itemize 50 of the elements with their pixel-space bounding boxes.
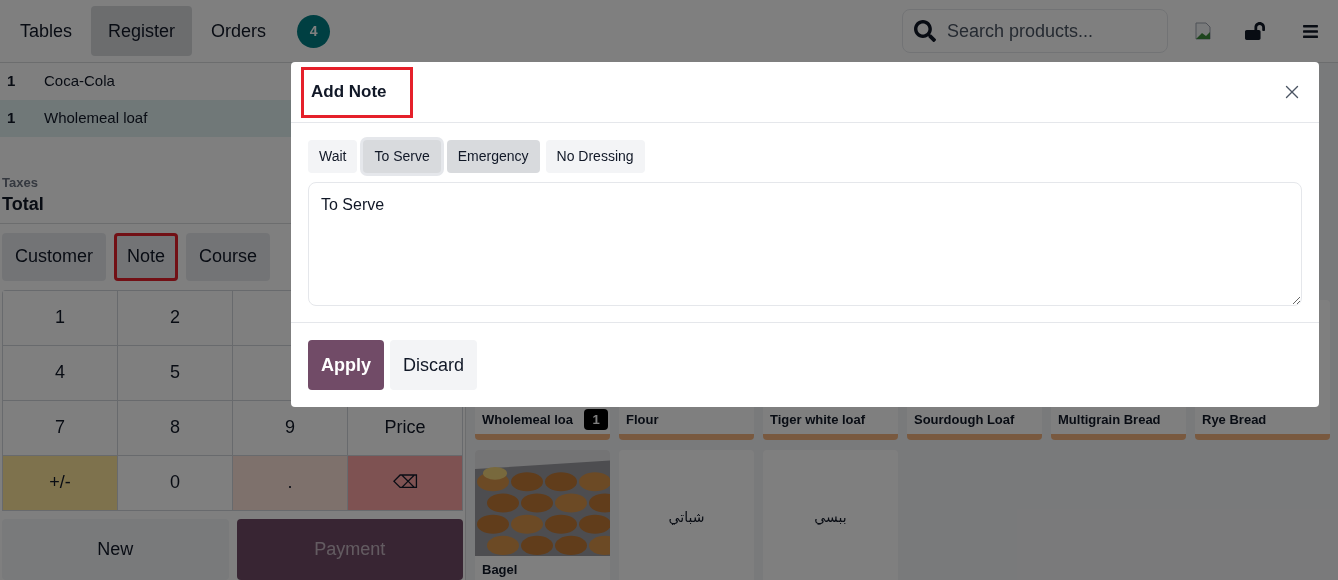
quantity-badge: 1: [584, 409, 608, 430]
numpad-key[interactable]: 5: [118, 345, 233, 401]
total-label: Total: [2, 192, 44, 215]
note-chip[interactable]: Wait: [308, 140, 358, 173]
numpad-key[interactable]: 2: [118, 290, 233, 346]
menu-icon[interactable]: [1302, 22, 1319, 40]
new-order-button[interactable]: New: [2, 518, 229, 580]
product-name: Tiger white loaf: [770, 411, 866, 430]
action-button[interactable]: Note: [114, 232, 179, 281]
product-name: شباتي: [668, 507, 705, 527]
numpad-key[interactable]: 0: [118, 455, 233, 511]
product-name: Wholemeal loa: [482, 411, 574, 430]
dialog-title: Add Note: [301, 66, 413, 118]
orders-count-badge: 4: [297, 14, 331, 48]
product-name: Sourdough Loaf: [914, 411, 1015, 430]
product-card[interactable]: ببسي: [763, 450, 898, 580]
product-name: Flour: [626, 411, 659, 430]
action-button[interactable]: Customer: [2, 232, 107, 281]
product-name: Rye Bread: [1202, 411, 1267, 430]
line-quantity: 1: [6, 108, 17, 129]
product-name: Bagel: [482, 561, 518, 580]
numpad-key[interactable]: ⌫: [348, 455, 463, 511]
numpad-key[interactable]: 8: [118, 400, 233, 456]
search-field[interactable]: Search products...: [902, 9, 1168, 53]
nav-tab[interactable]: Register: [91, 6, 193, 56]
note-field[interactable]: To Serve: [308, 182, 1302, 306]
nav-tab[interactable]: Tables: [3, 6, 90, 56]
search-icon: [914, 20, 936, 42]
product-name: Multigrain Bread: [1058, 411, 1161, 430]
broken-image-icon[interactable]: [1194, 22, 1212, 40]
note-chip[interactable]: Emergency: [446, 140, 540, 173]
product-name: ببسي: [814, 507, 847, 527]
discard-button[interactable]: Discard: [390, 340, 478, 390]
line-quantity: 1: [6, 71, 17, 92]
nav-tab[interactable]: Orders: [194, 6, 284, 56]
product-card[interactable]: Bagel: [475, 450, 610, 580]
apply-button[interactable]: Apply: [308, 340, 384, 390]
numpad-key[interactable]: 7: [3, 400, 118, 456]
action-button[interactable]: Course: [186, 232, 271, 281]
line-product-name: Coca-Cola: [44, 71, 115, 92]
note-chip[interactable]: No Dressing: [545, 140, 645, 173]
numpad-key[interactable]: +/-: [3, 455, 118, 511]
unlock-icon[interactable]: [1245, 22, 1265, 40]
numpad-key[interactable]: .: [233, 455, 348, 511]
numpad-key[interactable]: 1: [3, 290, 118, 346]
line-product-name: Wholemeal loaf: [44, 108, 148, 129]
note-chip[interactable]: To Serve: [363, 140, 441, 173]
product-card[interactable]: شباتي: [619, 450, 754, 580]
numpad-key[interactable]: 4: [3, 345, 118, 401]
taxes-label: Taxes: [2, 174, 38, 192]
